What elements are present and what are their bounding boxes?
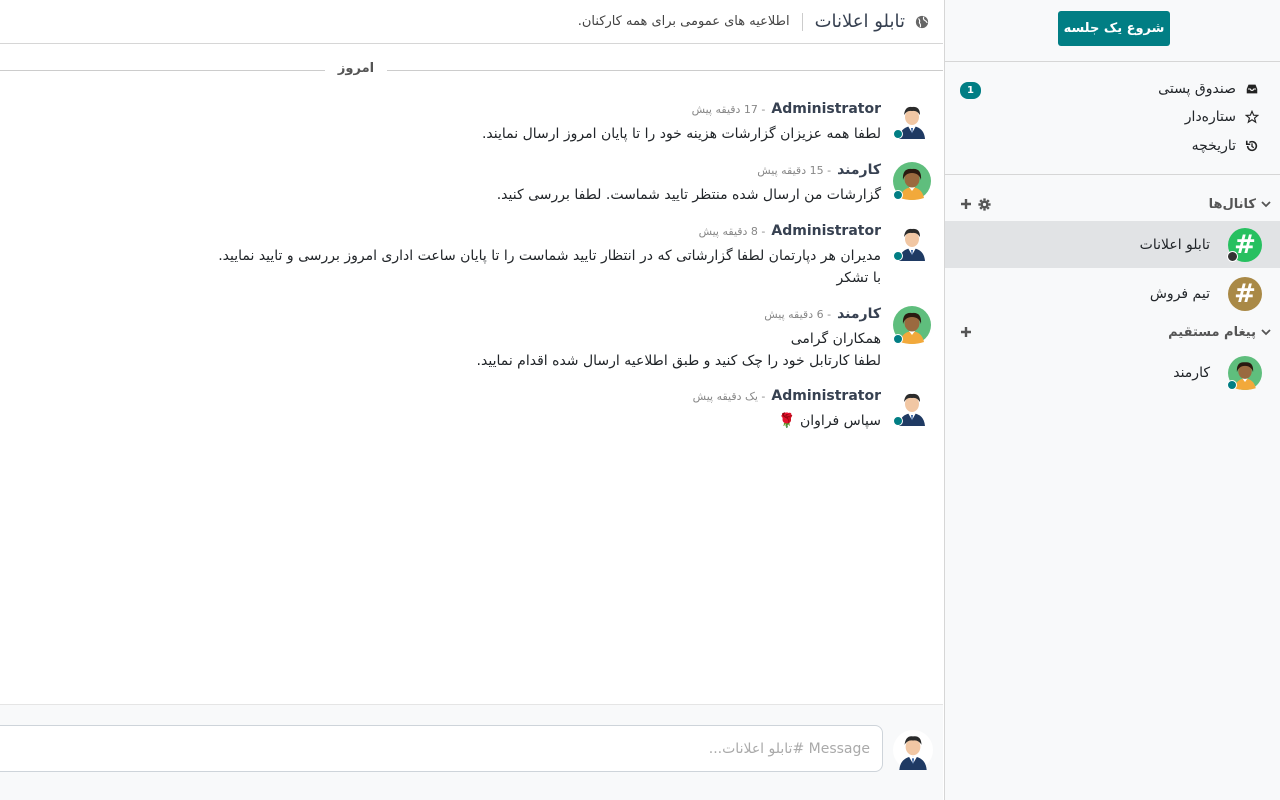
message-time: - 6 دقیقه پیش — [764, 308, 832, 321]
online-status-icon — [893, 190, 903, 200]
chevron-down-icon[interactable] — [1260, 326, 1272, 338]
date-separator: امروز — [0, 60, 943, 80]
online-status-icon — [1227, 379, 1237, 390]
channel-hash-icon: # — [1228, 276, 1262, 311]
message-text: گزارشات من ارسال شده منتظر تایید شماست. … — [496, 187, 881, 203]
message-item: کارمند - 15 دقیقه پیش گزارشات من ارسال شد… — [497, 162, 931, 206]
channel-hash-icon: # — [1227, 227, 1262, 262]
message-item: Administrator - یک دقیقه پیش سپاس فراوان … — [693, 388, 931, 432]
sidebar-divider — [945, 174, 1280, 175]
sidebar-item-dm-employee[interactable]: کارمند — [945, 349, 1280, 396]
channel-header: تابلو اعلانات اطلاعیه های عمومی برای همه… — [0, 0, 943, 44]
online-status-icon — [893, 334, 903, 344]
chat-main-panel: تابلو اعلانات اطلاعیه های عمومی برای همه… — [0, 0, 943, 800]
message-time: - 8 دقیقه پیش — [698, 225, 766, 238]
employee-avatar[interactable] — [893, 306, 931, 344]
inbox-count-badge: 1 — [960, 82, 981, 99]
channel-label: تابلو اعلانات — [1139, 236, 1210, 253]
history-icon — [1244, 138, 1260, 154]
employee-avatar[interactable] — [893, 162, 931, 200]
add-channel-icon[interactable] — [960, 198, 972, 210]
star-icon — [1244, 109, 1260, 125]
message-time: - 15 دقیقه پیش — [757, 164, 832, 177]
start-meeting-button[interactable]: شروع یک جلسه — [1058, 11, 1170, 46]
message-input[interactable] — [0, 725, 883, 772]
message-composer — [0, 704, 943, 800]
sidebar-item-history[interactable]: تاریخچه — [960, 132, 1260, 160]
message-text: با تشکر — [836, 270, 881, 286]
direct-messages-category: پیغام مستقیم — [960, 321, 1272, 343]
channel-title[interactable]: تابلو اعلانات — [815, 11, 905, 32]
dm-category-label[interactable]: پیغام مستقیم — [1168, 325, 1256, 340]
message-author[interactable]: کارمند — [837, 162, 881, 178]
channels-category: کانال‌ها — [960, 193, 1272, 215]
message-time: - یک دقیقه پیش — [692, 390, 766, 403]
channel-description[interactable]: اطلاعیه های عمومی برای همه کارکنان. — [578, 14, 790, 29]
online-status-icon — [893, 251, 903, 261]
gear-icon[interactable] — [978, 197, 991, 211]
sidebar-item-label: تاریخچه — [1191, 138, 1236, 154]
sidebar-top: شروع یک جلسه — [945, 0, 1280, 62]
message-author[interactable]: Administrator — [771, 101, 881, 117]
admin-avatar[interactable] — [893, 223, 931, 261]
channels-category-label[interactable]: کانال‌ها — [1209, 197, 1256, 212]
admin-avatar[interactable] — [893, 388, 931, 426]
message-text: لطفا همه عزیزان گزارشات هزینه خود را تا … — [481, 126, 881, 142]
date-label: امروز — [337, 61, 375, 76]
message-text: مدیران هر دپارتمان لطفا گزارشاتی که در ا… — [218, 248, 881, 264]
online-status-icon — [893, 129, 903, 139]
message-time: - 17 دقیقه پیش — [691, 103, 766, 116]
message-item: Administrator - 17 دقیقه پیش لطفا همه عزی… — [482, 101, 931, 145]
inbox-icon — [1244, 81, 1260, 97]
current-user-avatar — [893, 730, 933, 770]
channel-label: تیم فروش — [1149, 285, 1210, 302]
message-text: سپاس فراوان 🌹 — [778, 413, 881, 429]
message-author[interactable]: کارمند — [837, 306, 881, 322]
chevron-down-icon[interactable] — [1260, 198, 1272, 210]
sidebar-item-channel-sales[interactable]: # تیم فروش — [945, 270, 1280, 317]
sidebar-item-label: صندوق پستی — [1158, 81, 1236, 97]
message-text: همکاران گرامی — [790, 331, 881, 347]
online-status-icon — [893, 416, 903, 426]
globe-icon — [915, 15, 929, 28]
message-item: Administrator - 8 دقیقه پیش مدیران هر دپا… — [218, 223, 931, 289]
sidebar-item-channel-announcements[interactable]: # تابلو اعلانات — [945, 221, 1280, 268]
dm-label: کارمند — [1173, 364, 1210, 381]
sidebar-item-starred[interactable]: ستاره‌دار — [960, 103, 1260, 131]
message-author[interactable]: Administrator — [771, 223, 881, 239]
sidebar-item-label: ستاره‌دار — [1184, 109, 1236, 125]
employee-avatar — [1227, 355, 1262, 390]
header-divider — [801, 12, 803, 31]
add-dm-icon[interactable] — [960, 326, 972, 338]
sidebar-item-inbox[interactable]: صندوق پستی 1 — [960, 75, 1260, 103]
message-item: کارمند - 6 دقیقه پیش همکاران گرامی لطفا ک… — [477, 306, 931, 372]
message-author[interactable]: Administrator — [771, 388, 881, 404]
message-text: لطفا کارتابل خود را چک کنید و طبق اطلاعی… — [476, 353, 881, 369]
admin-avatar[interactable] — [893, 101, 931, 139]
discuss-sidebar: شروع یک جلسه صندوق پستی 1 ستاره‌دار تاری… — [944, 0, 1280, 800]
